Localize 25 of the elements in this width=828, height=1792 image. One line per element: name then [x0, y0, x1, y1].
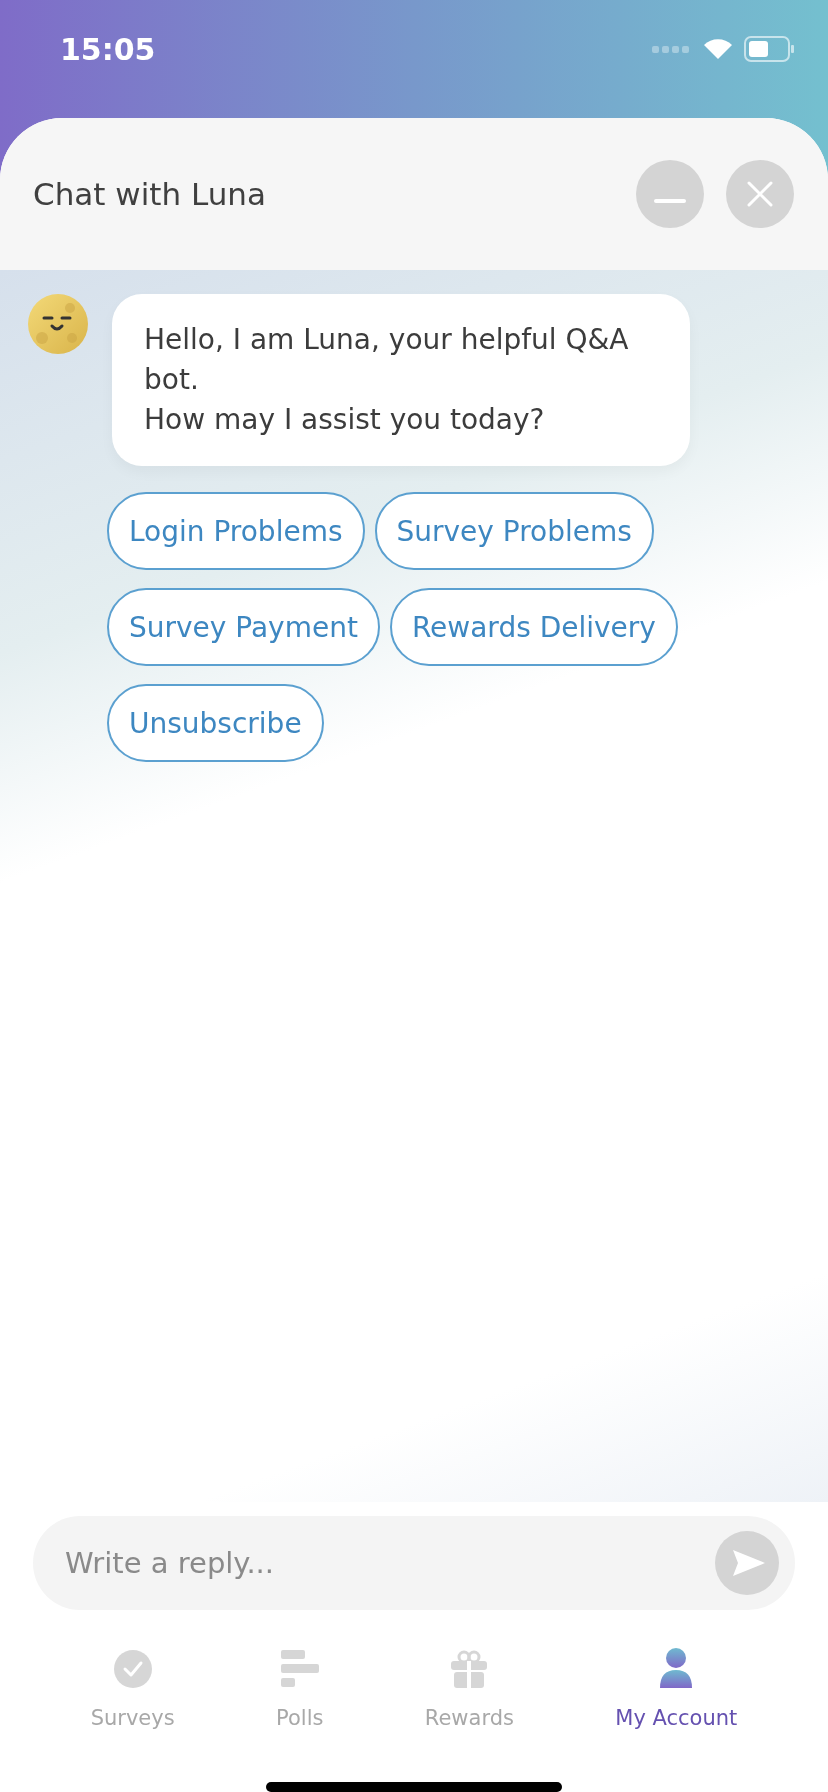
- gift-icon: [451, 1650, 488, 1688]
- tab[interactable]: Rewards: [424, 1648, 514, 1758]
- person-icon: [658, 1648, 695, 1688]
- battery-icon: [744, 36, 794, 62]
- tab[interactable]: Polls: [276, 1648, 324, 1758]
- reply-input[interactable]: Write a reply...: [63, 1545, 715, 1581]
- send-icon: [731, 1548, 767, 1578]
- close-icon: [747, 181, 773, 207]
- tab[interactable]: My Account: [615, 1648, 738, 1758]
- wifi-icon: [702, 37, 734, 61]
- bars-icon: [280, 1650, 319, 1688]
- quick-reply-button[interactable]: Rewards Delivery: [389, 588, 678, 666]
- moon-avatar-icon: [28, 294, 88, 354]
- quick-reply-button[interactable]: Login Problems: [107, 492, 365, 570]
- signal-icon: [652, 44, 692, 54]
- status-time: 15:05: [60, 32, 156, 67]
- message-bubble: Hello, I am Luna, your helpful Q&A bot. How may I assist you today?: [112, 294, 690, 466]
- quick-reply-button[interactable]: Unsubscribe: [107, 684, 324, 762]
- check-circle-icon: [113, 1650, 152, 1688]
- minimize-icon: [654, 199, 686, 203]
- tab[interactable]: Surveys: [90, 1648, 175, 1758]
- reply-field[interactable]: Write a reply...: [33, 1516, 795, 1610]
- chat-title: Chat with Luna: [33, 176, 267, 212]
- quick-reply-button[interactable]: Survey Payment: [107, 588, 380, 666]
- quick-reply-button[interactable]: Survey Problems: [374, 492, 654, 570]
